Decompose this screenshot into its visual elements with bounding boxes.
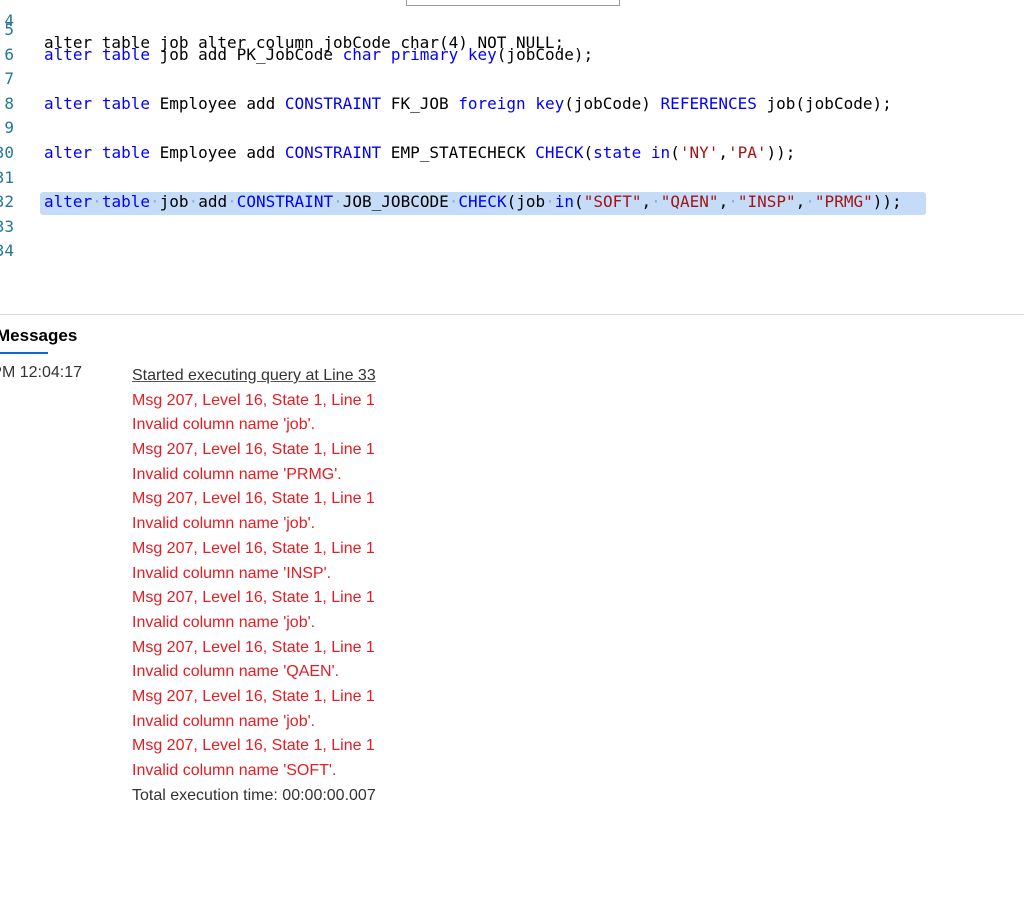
- error-message: Invalid column name 'job'.: [132, 515, 316, 533]
- active-tab-indicator: [0, 352, 48, 354]
- line-number: 33: [0, 216, 14, 236]
- error-message: Invalid column name 'PRMG'.: [132, 465, 342, 483]
- error-message: Msg 207, Level 16, State 1, Line 1: [132, 589, 375, 607]
- code-text: alter table job add PK_JobCode char prim…: [44, 44, 594, 64]
- line-number: 5: [4, 20, 14, 39]
- line-number: 30: [0, 143, 14, 162]
- code-text: alter·table·job·add·CONSTRAINT·JOB_JOBCO…: [44, 192, 902, 212]
- error-message: Invalid column name 'job'.: [132, 613, 316, 631]
- message-list: Started executing query at Line 33 Msg 20…: [132, 364, 376, 808]
- error-message: Invalid column name 'job'.: [132, 416, 316, 434]
- error-message: Msg 207, Level 16, State 1, Line 1: [132, 391, 375, 409]
- line-number: 34: [0, 241, 14, 261]
- error-message: Msg 207, Level 16, State 1, Line 1: [132, 737, 375, 755]
- tab-messages[interactable]: Messages: [0, 326, 77, 346]
- code-editor[interactable]: 4 alter table job alter column jobCode c…: [0, 0, 1024, 315]
- error-message: Invalid column name 'INSP'.: [132, 564, 332, 582]
- error-message: Msg 207, Level 16, State 1, Line 1: [132, 441, 375, 459]
- error-message: Invalid column name 'SOFT'.: [132, 762, 337, 779]
- line-number: 9: [4, 118, 14, 138]
- query-start-link[interactable]: Started executing query at Line 33: [132, 364, 376, 389]
- line-number: 31: [0, 167, 14, 187]
- line-number: 8: [4, 93, 14, 113]
- error-message: Msg 207, Level 16, State 1, Line 1: [132, 490, 375, 508]
- code-text: alter table Employee add CONSTRAINT EMP_…: [44, 143, 796, 162]
- error-message: Msg 207, Level 16, State 1, Line 1: [132, 638, 375, 656]
- error-message: Invalid column name 'job'.: [132, 712, 316, 730]
- code-line-partial: 4 alter table job alter column jobCode c…: [4, 11, 565, 52]
- error-message: Msg 207, Level 16, State 1, Line 1: [132, 539, 375, 557]
- info-message: Total execution time: 00:00:00.007: [132, 786, 376, 804]
- line-number: 32: [0, 192, 14, 212]
- panel-divider[interactable]: [0, 314, 1024, 315]
- message-timestamp: 12:04:17 PM: [0, 364, 82, 381]
- code-text: alter table Employee add CONSTRAINT FK_J…: [44, 93, 892, 113]
- line-number: 7: [4, 69, 14, 89]
- error-message: Msg 207, Level 16, State 1, Line 1: [132, 687, 375, 705]
- error-message: Invalid column name 'QAEN'.: [132, 663, 340, 681]
- line-number: 6: [4, 44, 14, 64]
